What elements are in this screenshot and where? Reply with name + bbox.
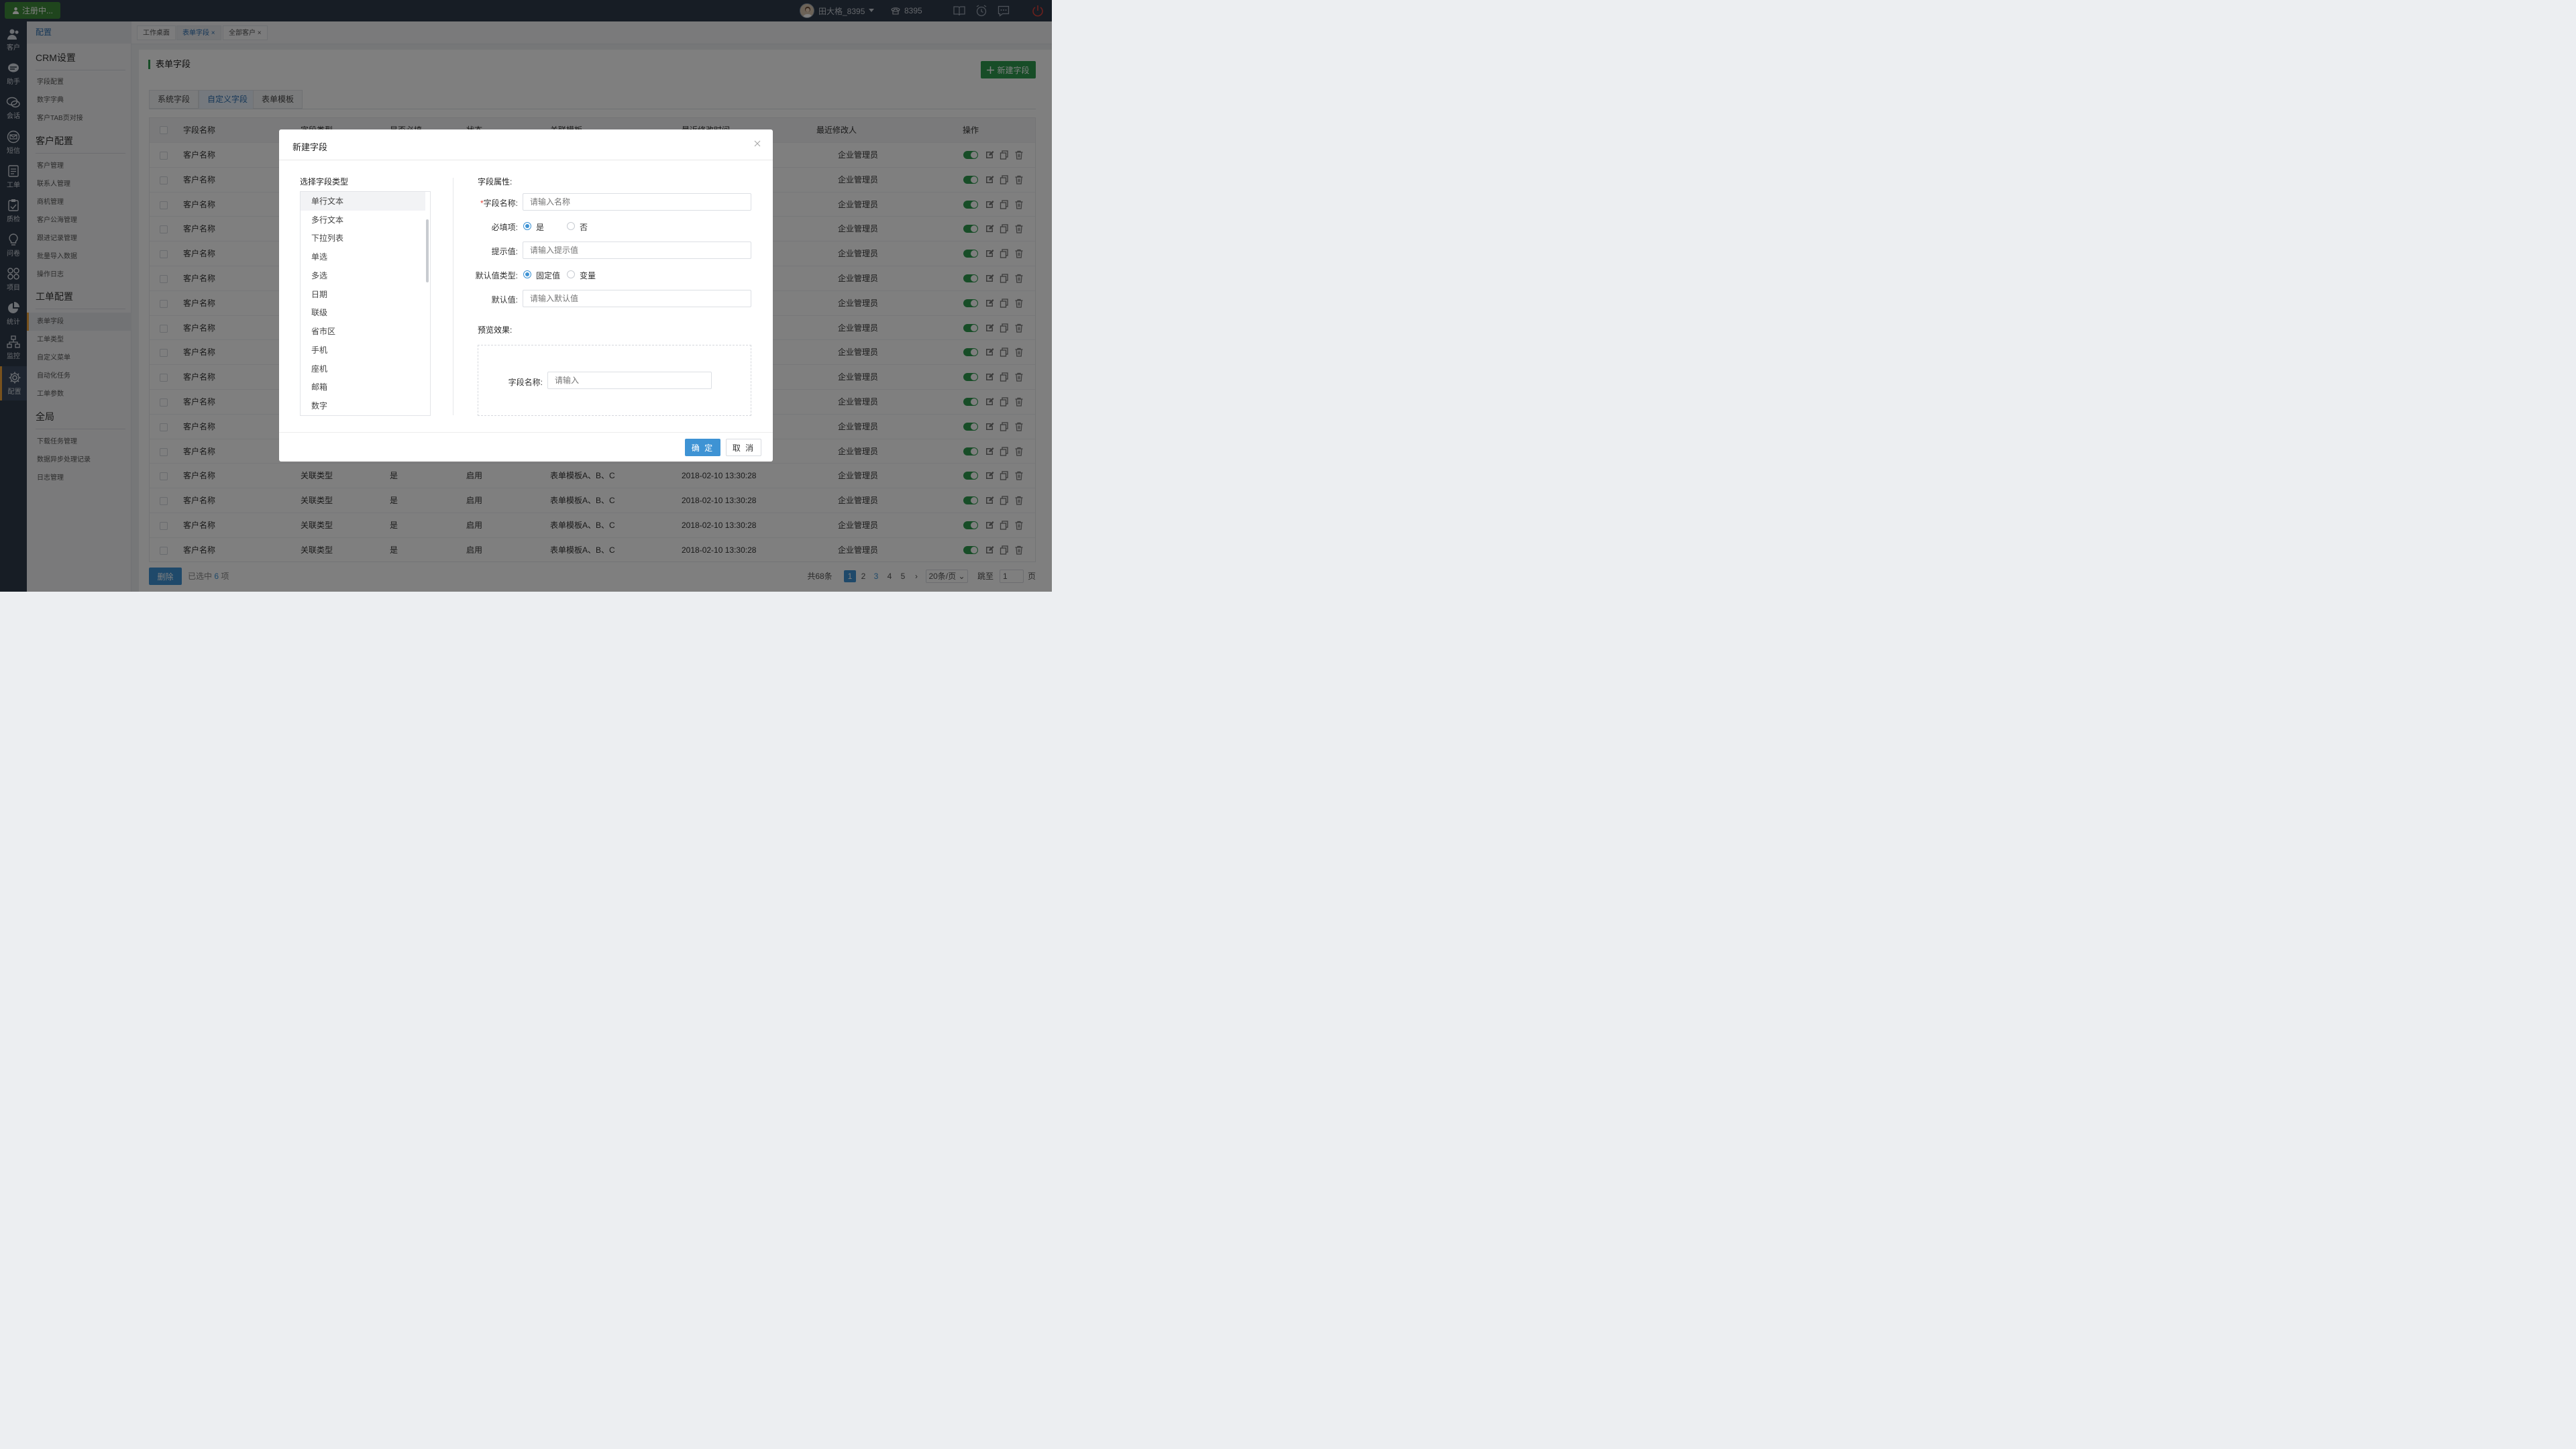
field-type-option[interactable]: 多行文本	[301, 211, 425, 229]
field-name-label-text: 字段名称:	[483, 199, 518, 208]
new-field-dialog: 新建字段 选择字段类型 单行文本 多行文本 下拉列表 单选 多选 日期 联级 省…	[279, 129, 773, 462]
field-type-option[interactable]: 手机	[301, 341, 425, 360]
preview-title: 预览效果:	[478, 325, 513, 335]
preview-box: 字段名称:	[478, 345, 751, 416]
dialog-title: 新建字段	[292, 142, 328, 152]
preview-field-label: 字段名称:	[508, 378, 543, 387]
preview-field-input[interactable]	[547, 372, 712, 389]
cancel-button[interactable]: 取 消	[726, 439, 761, 456]
field-type-option[interactable]: 座机	[301, 360, 425, 378]
required-yes-radio[interactable]	[523, 222, 531, 230]
field-attributes-title: 字段属性:	[478, 177, 513, 186]
required-no-label: 否	[580, 223, 588, 232]
confirm-button[interactable]: 确 定	[685, 439, 720, 456]
required-yes-label: 是	[536, 223, 545, 232]
default-fixed-label: 固定值	[536, 271, 561, 280]
field-type-option[interactable]: 省市区	[301, 322, 425, 341]
default-variable-label: 变量	[580, 271, 596, 280]
default-type-label: 默认值类型:	[475, 271, 518, 280]
field-type-option[interactable]: 下拉列表	[301, 229, 425, 248]
field-type-option[interactable]: 邮箱	[301, 378, 425, 396]
close-icon[interactable]	[753, 139, 762, 148]
field-type-option[interactable]: 数字	[301, 396, 425, 415]
default-fixed-radio[interactable]	[523, 270, 531, 278]
required-no-radio[interactable]	[567, 222, 575, 230]
field-type-list[interactable]: 单行文本 多行文本 下拉列表 单选 多选 日期 联级 省市区 手机 座机 邮箱 …	[300, 191, 431, 416]
dialog-header: 新建字段	[279, 129, 773, 160]
type-list-scrollbar[interactable]	[426, 219, 429, 282]
field-type-option[interactable]: 日期	[301, 285, 425, 304]
default-value-input[interactable]	[523, 290, 751, 307]
field-name-label: *字段名称:	[464, 197, 518, 209]
field-type-option[interactable]: 联级	[301, 303, 425, 322]
field-name-input[interactable]	[523, 193, 751, 211]
field-type-option[interactable]: 单行文本	[301, 192, 425, 211]
field-type-title: 选择字段类型	[300, 177, 349, 186]
default-value-label: 默认值:	[491, 295, 518, 305]
field-type-option[interactable]: 单选	[301, 248, 425, 266]
required-label: 必填项:	[491, 223, 518, 232]
hint-label: 提示值:	[491, 247, 518, 256]
field-type-option[interactable]: 多选	[301, 266, 425, 285]
hint-input[interactable]	[523, 241, 751, 259]
default-variable-radio[interactable]	[567, 270, 575, 278]
dialog-footer-divider	[279, 432, 773, 433]
